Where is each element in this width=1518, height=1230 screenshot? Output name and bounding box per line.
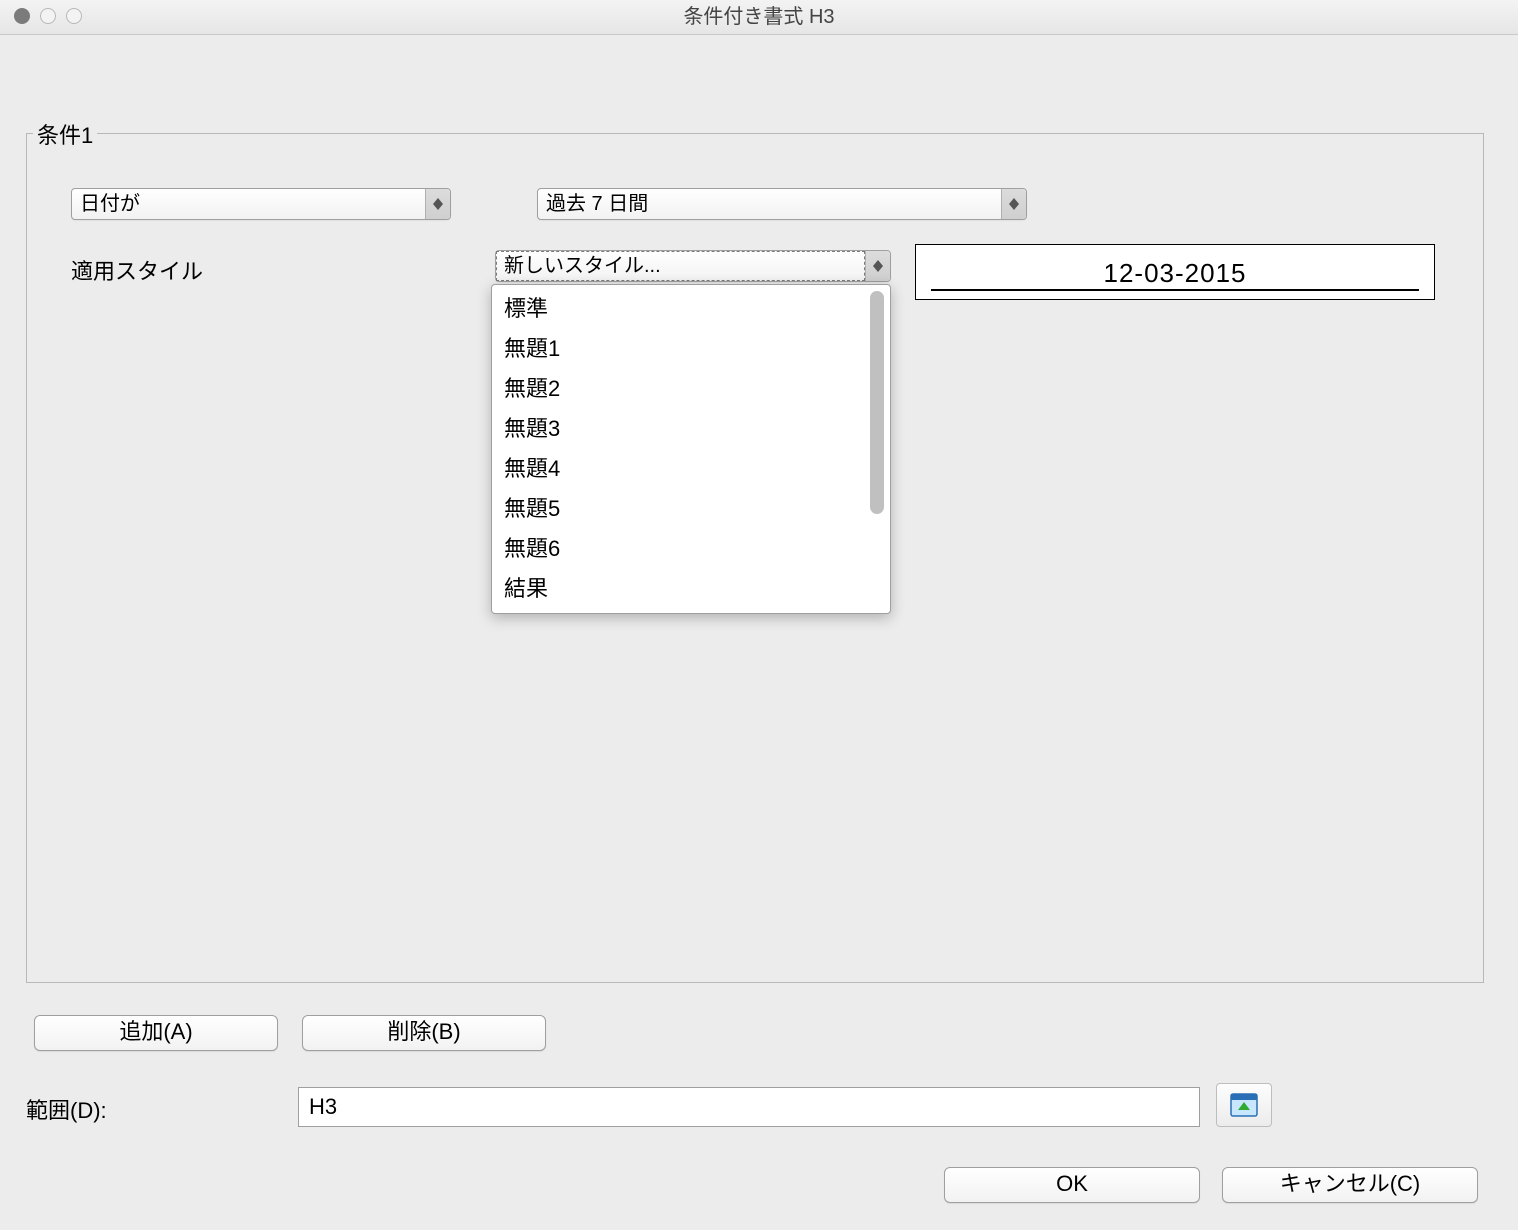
apply-style-selected: 新しいスタイル...	[496, 251, 865, 281]
minimize-window-button[interactable]	[40, 8, 56, 24]
style-option[interactable]: 無題5	[492, 489, 890, 529]
shrink-reference-icon	[1230, 1093, 1258, 1117]
condition-legend: 条件1	[33, 118, 97, 150]
stepper-arrows-icon	[865, 251, 890, 281]
window-title: 条件付き書式 H3	[683, 6, 834, 28]
style-option[interactable]: 無題1	[492, 329, 890, 369]
apply-style-label: 適用スタイル	[71, 254, 203, 286]
cancel-button[interactable]: キャンセル(C)	[1222, 1167, 1478, 1203]
style-preview: 12-03-2015	[915, 244, 1435, 300]
condition-value-text: 過去 7 日間	[538, 189, 1001, 219]
style-options-popup: 標準 無題1 無題2 無題3 無題4 無題5 無題6 結果	[491, 284, 891, 614]
apply-style-combo[interactable]: 新しいスタイル...	[495, 250, 891, 282]
window-controls	[14, 8, 82, 24]
zoom-window-button[interactable]	[66, 8, 82, 24]
range-input[interactable]	[298, 1087, 1200, 1127]
style-option[interactable]: 結果	[492, 569, 890, 609]
add-button[interactable]: 追加(A)	[34, 1015, 278, 1051]
style-option[interactable]: 無題6	[492, 529, 890, 569]
style-option[interactable]: 標準	[492, 289, 890, 329]
delete-button[interactable]: 削除(B)	[302, 1015, 546, 1051]
title-bar: 条件付き書式 H3	[0, 0, 1518, 35]
ok-button[interactable]: OK	[944, 1167, 1200, 1203]
style-option[interactable]: 無題3	[492, 409, 890, 449]
range-label: 範囲(D):	[26, 1093, 107, 1125]
stepper-arrows-icon	[425, 189, 450, 219]
popup-scrollbar[interactable]	[870, 291, 884, 514]
close-window-button[interactable]	[14, 8, 30, 24]
style-preview-text: 12-03-2015	[931, 258, 1419, 291]
condition-value-combo[interactable]: 過去 7 日間	[537, 188, 1027, 220]
style-option[interactable]: 無題4	[492, 449, 890, 489]
stepper-arrows-icon	[1001, 189, 1026, 219]
style-option[interactable]: 無題2	[492, 369, 890, 409]
condition-panel: 条件1 日付が 過去 7 日間 適用スタイル 新しいスタイル...	[26, 133, 1484, 983]
condition-type-combo[interactable]: 日付が	[71, 188, 451, 220]
condition-type-value: 日付が	[72, 189, 425, 219]
shrink-reference-button[interactable]	[1216, 1083, 1272, 1127]
